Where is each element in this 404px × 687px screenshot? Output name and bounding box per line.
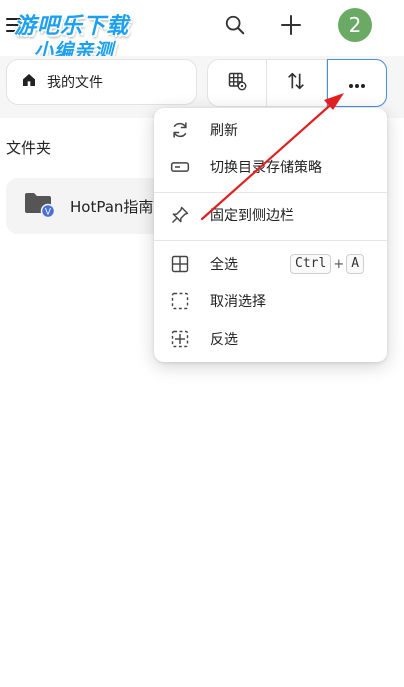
folder-icon: V [24,190,56,222]
section-title: 文件夹 [6,139,52,157]
view-button-group [207,59,387,107]
shortcut-plus: + [333,256,345,272]
menu-item-label: 切换目录存储策略 [210,160,322,176]
menu-item-select-all[interactable]: 全选 Ctrl + A [154,246,387,282]
menu-item-label: 固定到侧边栏 [210,208,294,224]
invert-selection-icon [169,328,191,350]
deselect-icon [169,290,191,312]
menu-icon[interactable] [6,18,22,32]
menu-item-label: 刷新 [210,123,238,139]
search-icon[interactable] [220,10,250,40]
avatar[interactable]: 2 [338,8,372,42]
menu-item-refresh[interactable]: 刷新 [154,112,387,148]
menu-item-label: 取消选择 [210,294,266,310]
more-options-button[interactable] [326,59,387,107]
view-mode-button[interactable] [208,60,268,106]
shortcut-key: A [346,254,365,274]
grid-settings-icon [227,71,247,95]
refresh-icon [169,119,191,141]
top-app-bar: 2 [0,0,404,56]
pin-icon [169,204,191,226]
menu-divider [154,192,387,193]
svg-text:V: V [45,208,52,218]
shortcut-key: Ctrl [290,254,332,274]
folder-name: HotPan指南 [70,197,154,216]
menu-item-switch-storage-policy[interactable]: 切换目录存储策略 [154,149,387,185]
menu-divider [154,240,387,241]
more-options-menu: 刷新 切换目录存储策略 固定到侧边栏 全选 Ctrl + A 取消选择 反选 [154,108,387,362]
add-icon[interactable] [276,10,306,40]
menu-item-deselect[interactable]: 取消选择 [154,283,387,319]
menu-item-label: 反选 [210,332,238,348]
breadcrumb[interactable]: 我的文件 [6,59,197,105]
breadcrumb-label: 我的文件 [47,75,103,91]
menu-item-label: 全选 [210,257,238,273]
select-all-icon [169,253,191,275]
storage-icon [169,156,191,178]
home-icon [21,72,37,92]
keyboard-shortcut: Ctrl + A [290,254,365,274]
sort-button[interactable] [267,60,327,106]
sort-icon [285,70,307,96]
menu-item-invert-selection[interactable]: 反选 [154,321,387,357]
menu-item-pin-to-sidebar[interactable]: 固定到侧边栏 [154,197,387,233]
more-dots-icon [347,74,367,93]
